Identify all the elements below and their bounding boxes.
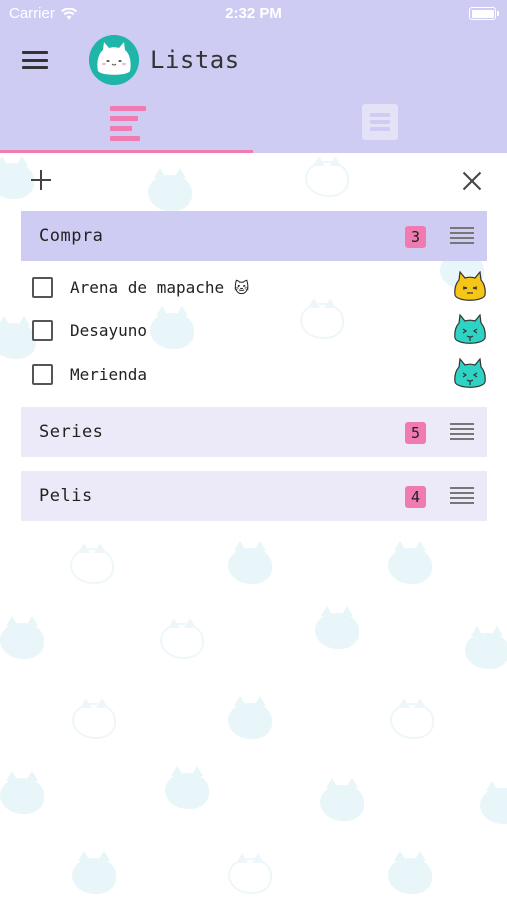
cat-emoji: 🐱 — [233, 279, 250, 297]
app-logo-cat-icon — [89, 35, 139, 85]
background-pattern — [0, 153, 507, 900]
notes-icon — [362, 104, 398, 140]
list-title: Compra — [39, 226, 104, 246]
battery-icon — [469, 7, 499, 20]
drag-handle-icon[interactable] — [450, 227, 474, 245]
list-header-series[interactable]: Series 5 — [21, 407, 487, 457]
item-label: Desayuno — [70, 321, 148, 340]
list-title: Pelis — [39, 486, 93, 506]
item-label: Merienda — [70, 365, 148, 384]
list-item: Desayuno — [32, 314, 487, 350]
yellow-cat-icon — [453, 271, 487, 305]
lists-icon — [110, 106, 146, 141]
list-item: Arena de mapache 🐱 — [32, 271, 487, 307]
list-header-compra[interactable]: Compra 3 — [21, 211, 487, 261]
add-list-button[interactable] — [28, 167, 54, 193]
list-title: Series — [39, 422, 104, 442]
hamburger-menu-icon[interactable] — [22, 50, 48, 70]
status-time: 2:32 PM — [225, 5, 282, 22]
item-label: Arena de mapache 🐱 — [70, 278, 250, 297]
item-checkbox[interactable] — [32, 320, 53, 341]
item-checkbox[interactable] — [32, 364, 53, 385]
list-header-pelis[interactable]: Pelis 4 — [21, 471, 487, 521]
drag-handle-icon[interactable] — [450, 487, 474, 505]
item-checkbox[interactable] — [32, 277, 53, 298]
list-toolbar — [0, 163, 507, 203]
count-badge: 3 — [405, 226, 426, 248]
app-header: Carrier 2:32 PM Listas — [0, 0, 507, 153]
page-title: Listas — [150, 46, 240, 74]
count-badge: 4 — [405, 486, 426, 508]
count-badge: 5 — [405, 422, 426, 444]
status-bar: Carrier 2:32 PM — [0, 0, 507, 28]
close-button[interactable] — [460, 169, 484, 193]
teal-cat-icon — [453, 314, 487, 348]
tab-notes[interactable] — [254, 98, 507, 153]
tab-lists[interactable] — [0, 98, 253, 153]
list-item: Merienda — [32, 358, 487, 394]
teal-cat-icon — [453, 358, 487, 392]
drag-handle-icon[interactable] — [450, 423, 474, 441]
